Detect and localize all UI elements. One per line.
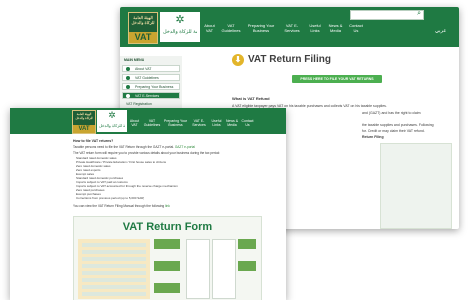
form-callout xyxy=(154,239,180,249)
form-row xyxy=(82,243,146,247)
sidebar-item-label: About VAT xyxy=(135,67,152,71)
sidebar-item-label: VAT Guidelines xyxy=(135,76,159,80)
body-text-line: Return Filing xyxy=(362,135,384,139)
form-row xyxy=(82,257,146,261)
nav-about-vat[interactable]: About VAT xyxy=(129,119,140,127)
logo-arabic-text: الهيئة العامة للزكاة والدخل xyxy=(75,112,93,120)
sidebar-item-label: Preparing Your Business xyxy=(135,85,174,89)
form-callout xyxy=(154,261,180,271)
vat-return-icon: ⬇ xyxy=(232,54,244,66)
content-heading: How to file VAT returns? xyxy=(73,139,114,143)
form-row xyxy=(82,250,146,254)
ministry-arabic-text: الهيئة العامة للزكاة والدخل xyxy=(163,29,197,35)
sidebar-item-vat-eservices[interactable]: VAT E-Services xyxy=(122,92,180,99)
vat-return-form-image: VAT Return Form xyxy=(73,216,262,300)
gazt-logo[interactable]: الهيئة العامة للزكاة والدخل VAT xyxy=(72,110,96,134)
intro-sentence: Taxable persons need to file the VAT Ret… xyxy=(73,145,174,149)
logo-vat-text: VAT xyxy=(78,126,90,132)
list-intro: The VAT return form will require you to … xyxy=(73,151,221,155)
file-vat-returns-button[interactable]: PRESS HERE TO FILE YOUR VAT RETURNS xyxy=(292,75,382,83)
form-values-column xyxy=(212,239,236,299)
nav-vat-guidelines[interactable]: VAT Guidelines xyxy=(143,119,161,127)
sidebar-item-preparing-business[interactable]: Preparing Your Business xyxy=(122,83,180,90)
main-menu-sidebar: MAIN MENU About VAT VAT Guidelines Prepa… xyxy=(120,56,182,116)
page-title: VAT Return Filing xyxy=(248,54,331,65)
nav-news-media[interactable]: News & Media xyxy=(327,23,344,33)
sidebar-bullet-icon xyxy=(126,75,130,80)
emblem-panel: ✲ الهيئة العامة للزكاة والدخل xyxy=(97,110,127,132)
logo-vat-bar: VAT xyxy=(129,32,157,43)
palm-emblem-icon: ✲ xyxy=(108,110,116,120)
sidebar-item-vat-guidelines[interactable]: VAT Guidelines xyxy=(122,74,180,81)
nav-preparing-business[interactable]: Preparing Your Business xyxy=(163,119,188,127)
language-switch-link[interactable]: عربي xyxy=(435,28,446,34)
body-text-line: the taxable supplies and purchases. Foll… xyxy=(362,123,434,127)
front-browser-window: الهيئة العامة للزكاة والدخل VAT ✲ الهيئة… xyxy=(10,108,286,300)
sidebar-subitem-vat-registration[interactable]: VAT Registration xyxy=(122,102,180,106)
back-form-preview xyxy=(380,143,452,229)
form-row xyxy=(82,285,146,289)
logo-vat-text: VAT xyxy=(134,32,152,42)
form-table-panel xyxy=(78,239,150,299)
sidebar-bullet-icon xyxy=(126,93,130,98)
nav-contact-us[interactable]: Contact Us xyxy=(241,119,254,127)
intro-text: Taxable persons need to file the VAT Ret… xyxy=(73,145,195,149)
gazt-portal-link[interactable]: GAZT e-portal xyxy=(175,145,195,149)
form-values-column xyxy=(186,239,210,299)
ministry-arabic-text: الهيئة العامة للزكاة والدخل xyxy=(99,123,125,128)
list-item: Corrections from previous period (up to … xyxy=(76,196,145,200)
form-row xyxy=(82,278,146,282)
vat-return-form-title: VAT Return Form xyxy=(122,221,213,233)
form-row xyxy=(82,292,146,296)
form-callout xyxy=(238,239,256,249)
manual-sentence: You can view the VAT Return Filing Manua… xyxy=(73,204,165,208)
gazt-logo[interactable]: الهيئة العامة للزكاة والدخل VAT xyxy=(128,12,158,44)
main-menu-title: MAIN MENU xyxy=(124,58,145,62)
nav-about-vat[interactable]: About VAT xyxy=(203,23,216,33)
nav-useful-links[interactable]: Useful Links xyxy=(210,119,223,127)
site-header: الهيئة العامة للزكاة والدخل VAT ✲ الهيئة… xyxy=(10,108,286,134)
manual-text: You can view the VAT Return Filing Manua… xyxy=(73,204,170,208)
nav-useful-links[interactable]: Useful Links xyxy=(307,23,323,33)
nav-preparing-business[interactable]: Preparing Your Business xyxy=(245,23,277,33)
nav-vat-eservices[interactable]: VAT E-Services xyxy=(190,119,208,127)
nav-news-media[interactable]: News & Media xyxy=(225,119,239,127)
sidebar-item-about-vat[interactable]: About VAT xyxy=(122,65,180,72)
section-heading: What is VAT Refund xyxy=(232,96,270,101)
nav-contact-us[interactable]: Contact Us xyxy=(348,23,364,33)
palm-emblem-icon: ✲ xyxy=(175,14,185,26)
nav-vat-eservices[interactable]: VAT E-Services xyxy=(281,23,303,33)
nav-vat-guidelines[interactable]: VAT Guidelines xyxy=(220,23,242,33)
search-icon[interactable]: ⌕ xyxy=(417,10,421,18)
search-input[interactable]: ⌕ xyxy=(350,10,424,20)
emblem-panel: ✲ الهيئة العامة للزكاة والدخل xyxy=(160,12,200,42)
body-text-line: for. Credit or may claim their VAT refun… xyxy=(362,129,425,133)
body-text-line: and (GAZT) and has the right to claim xyxy=(362,111,421,115)
sidebar-item-label: VAT E-Services xyxy=(135,94,160,98)
site-header: الهيئة العامة للزكاة والدخل VAT ✲ الهيئة… xyxy=(120,7,459,47)
form-row xyxy=(82,271,146,275)
sidebar-bullet-icon xyxy=(126,84,130,89)
form-row xyxy=(82,264,146,268)
logo-vat-bar: VAT xyxy=(73,125,95,133)
logo-arabic-text: الهيئة العامة للزكاة والدخل xyxy=(131,15,155,25)
sidebar-bullet-icon xyxy=(126,66,130,71)
manual-link[interactable]: link xyxy=(165,204,170,208)
form-callout xyxy=(154,283,180,293)
form-callout xyxy=(238,261,256,271)
